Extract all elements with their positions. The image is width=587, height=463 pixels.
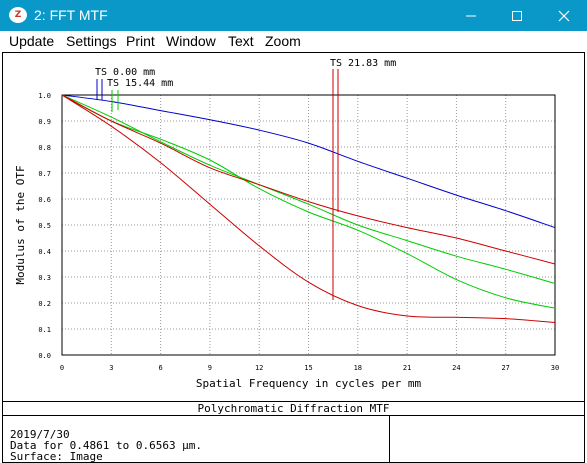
y-tick-label: 0.8 [38, 144, 51, 152]
x-tick-label: 21 [403, 364, 411, 372]
plot-title: Polychromatic Diffraction MTF [197, 402, 390, 415]
minimize-icon [466, 15, 476, 16]
mtf-window: Z 2: FFT MTF Update Settings Print Windo… [0, 0, 587, 463]
x-tick-label: 27 [501, 364, 509, 372]
x-tick-label: 3 [109, 364, 113, 372]
plot-surface: Surface: Image [10, 450, 103, 463]
x-axis-label: Spatial Frequency in cycles per mm [196, 377, 422, 390]
zemax-app-icon[interactable]: Z [9, 7, 27, 23]
footer-divider [389, 416, 390, 463]
x-tick-label: 18 [354, 364, 362, 372]
field-label-ts-15: TS 15.44 mm [107, 78, 173, 89]
maximize-icon [512, 10, 522, 21]
y-axis-label: Modulus of the OTF [14, 165, 27, 284]
y-tick-label: 1.0 [38, 92, 51, 100]
footer-info: 2019/7/30 Data for 0.4861 to 0.6563 µm. … [10, 429, 202, 462]
menu-text[interactable]: Text [228, 33, 254, 49]
y-tick-label: 0.1 [38, 326, 51, 334]
y-tick-label: 0.6 [38, 196, 51, 204]
x-tick-label: 6 [158, 364, 162, 372]
field-label-ts-21: TS 21.83 mm [330, 58, 396, 69]
x-tick-label: 24 [452, 364, 460, 372]
title-bar[interactable]: Z 2: FFT MTF [0, 0, 587, 31]
x-tick-label: 15 [304, 364, 312, 372]
x-tick-label: 30 [551, 364, 559, 372]
menu-zoom[interactable]: Zoom [265, 33, 301, 49]
menu-window[interactable]: Window [166, 33, 216, 49]
menu-bar: Update Settings Print Window Text Zoom [0, 31, 587, 52]
x-tick-label: 9 [208, 364, 212, 372]
y-tick-label: 0.5 [38, 222, 51, 230]
mtf-curve-green [61, 94, 556, 284]
y-tick-label: 0.4 [38, 248, 51, 256]
mtf-chart: 0 3 6 9 12 15 18 21 24 27 30 0.0 0.1 0.2 0.3 0.4 0.5 0.6 0… [14, 58, 559, 390]
y-tick-label: 0.9 [38, 118, 51, 126]
y-tick-label: 0.7 [38, 170, 51, 178]
menu-update[interactable]: Update [9, 33, 54, 49]
y-tick-label: 0.2 [38, 300, 51, 308]
footer-title-panel: Polychromatic Diffraction MTF [2, 401, 585, 416]
window-title: 2: FFT MTF [34, 7, 108, 23]
close-button[interactable] [541, 0, 587, 31]
y-tick-label: 0.3 [38, 274, 51, 282]
close-icon [558, 10, 570, 21]
minimize-button[interactable] [448, 0, 494, 31]
menu-settings[interactable]: Settings [66, 33, 117, 49]
maximize-button[interactable] [494, 0, 540, 31]
y-tick-label: 0.0 [38, 352, 51, 360]
x-tick-label: 12 [255, 364, 263, 372]
field-label-ts-0: TS 0.00 mm [95, 67, 155, 78]
x-tick-label: 0 [60, 364, 64, 372]
menu-print[interactable]: Print [126, 33, 155, 49]
